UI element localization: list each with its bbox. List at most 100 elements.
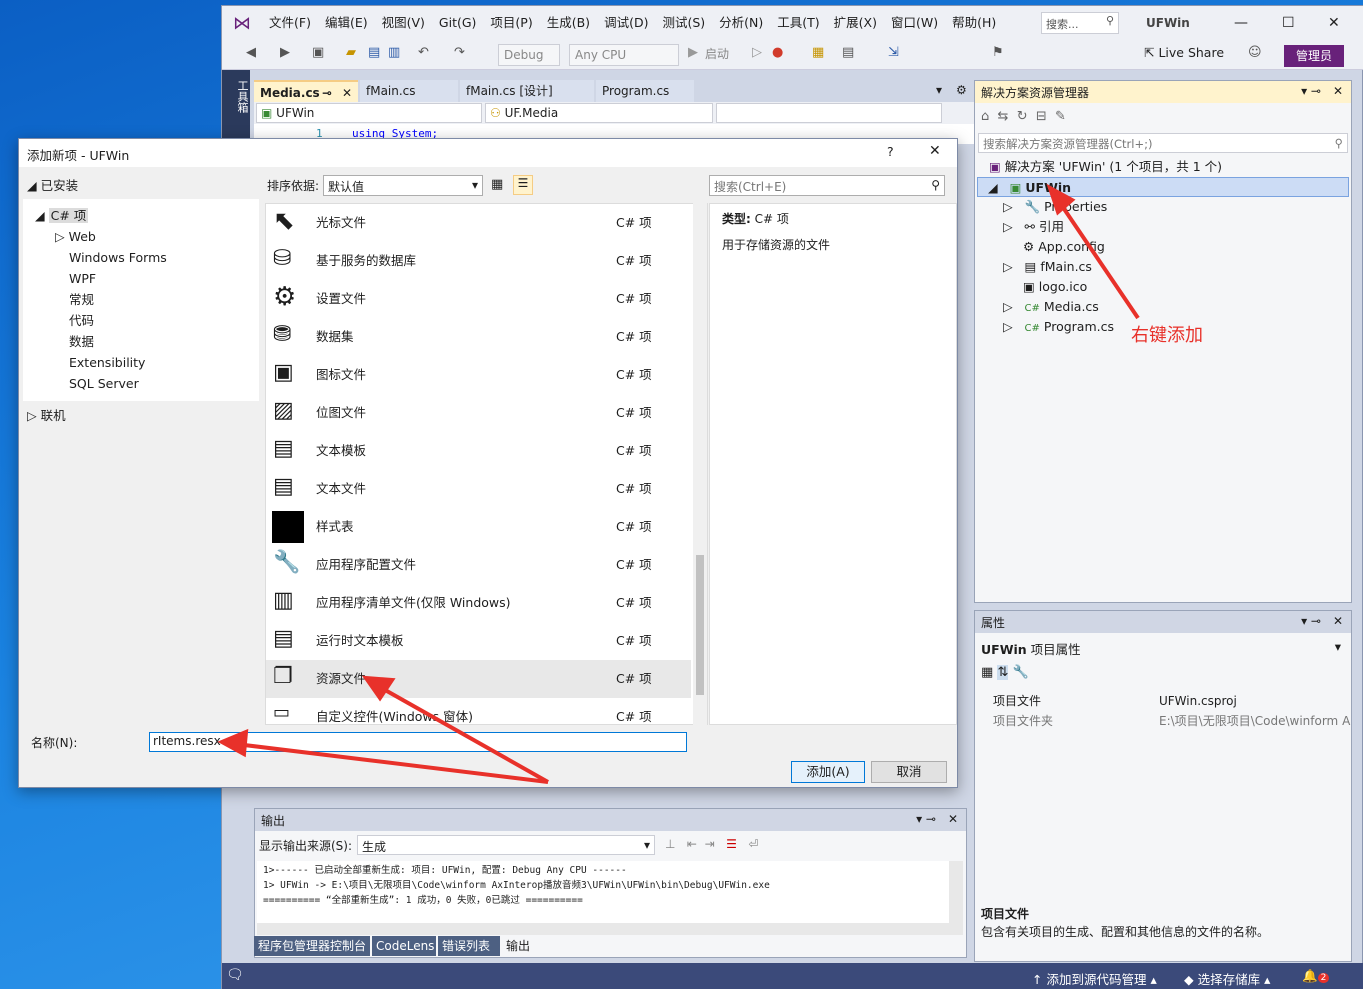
template-list-scrollbar[interactable]: [693, 203, 707, 725]
tab-settings-icon[interactable]: ⚙: [956, 83, 967, 97]
menu-analyze[interactable]: 分析(N): [712, 6, 770, 40]
tab-close-icon[interactable]: ✕: [342, 82, 352, 104]
tab-program-cs[interactable]: Program.cs: [596, 80, 694, 102]
expand-icon[interactable]: ▷: [1003, 299, 1013, 314]
start-label[interactable]: 启动: [705, 45, 729, 65]
list-item[interactable]: ⛃ 数据集 C# 项: [266, 318, 691, 356]
list-view-icon[interactable]: ☰: [513, 175, 533, 195]
menu-window[interactable]: 窗口(W): [884, 6, 945, 40]
new-item-icon[interactable]: ▣: [312, 45, 324, 65]
expand-arrow-icon[interactable]: ◢: [988, 180, 998, 195]
save-icon[interactable]: ▤: [368, 45, 380, 65]
menu-edit[interactable]: 编辑(E): [318, 6, 375, 40]
list-item[interactable]: ▤ 运行时文本模板 C# 项: [266, 622, 691, 660]
tree-general[interactable]: 常规: [69, 289, 94, 310]
grid-view-icon[interactable]: ▦: [491, 177, 503, 192]
start-icon[interactable]: ▶: [688, 45, 698, 65]
menu-test[interactable]: 测试(S): [655, 6, 712, 40]
panel-pin-icon[interactable]: ▾ ⊸: [1301, 84, 1321, 98]
panel-pin-icon[interactable]: ▾ ⊸: [916, 812, 936, 826]
feedback-icon[interactable]: ☺: [1248, 45, 1262, 65]
panel-close-icon[interactable]: ✕: [1333, 614, 1343, 628]
property-row[interactable]: 项目文件夹 E:\项目\无限项目\Code\winform A: [975, 711, 1351, 731]
platform-select[interactable]: Any CPU: [569, 44, 679, 66]
list-item[interactable]: ▣ 图标文件 C# 项: [266, 356, 691, 394]
list-item[interactable]: ▤ 文本文件 C# 项: [266, 470, 691, 508]
list-item[interactable]: ▨ 位图文件 C# 项: [266, 394, 691, 432]
back-icon[interactable]: ◀: [246, 45, 256, 65]
output-source-select[interactable]: 生成 ▾: [357, 835, 655, 855]
solution-icon[interactable]: ▦: [812, 45, 824, 65]
class-nav-select[interactable]: ⚇ UF.Media: [485, 103, 713, 123]
admin-badge[interactable]: 管理员: [1284, 45, 1344, 67]
expand-icon[interactable]: ▷: [1003, 219, 1013, 234]
list-item-selected[interactable]: ❐ 资源文件 C# 项: [266, 660, 691, 698]
tab-fmain-designer[interactable]: fMain.cs [设计]: [460, 80, 594, 102]
panel-close-icon[interactable]: ✕: [1333, 84, 1343, 98]
list-item[interactable]: ▥ 应用程序清单文件(仅限 Windows) C# 项: [266, 584, 691, 622]
scrollbar-thumb[interactable]: [696, 555, 704, 695]
installed-node[interactable]: ◢ 已安装: [27, 175, 78, 196]
menu-project[interactable]: 项目(P): [483, 6, 539, 40]
sync-icon[interactable]: ⇆: [998, 109, 1009, 124]
project-node-ufwin[interactable]: ◢ ▣ UFWin: [977, 177, 1349, 197]
step-icon[interactable]: ⇲: [888, 45, 899, 65]
tab-fmain-cs[interactable]: fMain.cs: [360, 80, 458, 102]
tree-item-media[interactable]: ▷ C# Media.cs: [1003, 297, 1099, 317]
tree-csharp-items[interactable]: ◢ C# 项: [35, 205, 89, 226]
project-nav-select[interactable]: ▣ UFWin: [256, 103, 482, 123]
home-icon[interactable]: ⌂: [981, 109, 989, 124]
tree-code[interactable]: 代码: [69, 310, 94, 331]
collapse-icon[interactable]: ⊟: [1036, 109, 1047, 124]
next-icon[interactable]: ⇥: [705, 837, 715, 851]
find-icon[interactable]: ⊥: [665, 837, 675, 851]
list-item[interactable]: ⚙ 设置文件 C# 项: [266, 280, 691, 318]
expand-icon[interactable]: ▷: [1003, 259, 1013, 274]
config-select[interactable]: Debug: [498, 44, 560, 66]
tab-dropdown-icon[interactable]: ▾: [936, 83, 942, 97]
menu-extensions[interactable]: 扩展(X): [827, 6, 884, 40]
layout-icon[interactable]: ▤: [842, 45, 854, 65]
menu-help[interactable]: 帮助(H): [945, 6, 1003, 40]
tree-sql-server[interactable]: SQL Server: [69, 373, 139, 394]
list-item[interactable]: ▭ 自定义控件(Windows 窗体) C# 项: [266, 698, 691, 724]
maximize-icon[interactable]: ☐: [1282, 6, 1295, 40]
alphabetical-icon[interactable]: ⇅: [997, 665, 1009, 680]
tree-web[interactable]: ▷ Web: [55, 226, 96, 247]
chevron-down-icon[interactable]: ▾: [1335, 639, 1341, 654]
tree-item-fmain[interactable]: ▷ ▤ fMain.cs: [1003, 257, 1092, 277]
name-input[interactable]: rItems.resx: [149, 732, 687, 752]
clear-all-icon[interactable]: ☰: [726, 837, 737, 851]
close-icon[interactable]: ✕: [1328, 6, 1340, 40]
tree-item-references[interactable]: ▷ ⚯ 引用: [1003, 217, 1064, 237]
properties-subject[interactable]: UFWin 项目属性 ▾: [981, 639, 1341, 658]
online-node[interactable]: ▷ 联机: [27, 405, 66, 426]
undo-icon[interactable]: ↶: [418, 45, 429, 65]
pin-icon[interactable]: ⊸: [322, 82, 332, 104]
redo-icon[interactable]: ↷: [454, 45, 465, 65]
vs-search-input[interactable]: 搜索... ⚲: [1041, 12, 1119, 34]
tree-wpf[interactable]: WPF: [69, 268, 96, 289]
open-folder-icon[interactable]: ▰: [346, 45, 356, 65]
help-button[interactable]: ?: [887, 144, 894, 159]
live-share-button[interactable]: ⇱ Live Share: [1144, 45, 1224, 60]
start-without-debug-icon[interactable]: ▷: [752, 45, 762, 65]
tree-item-app-config[interactable]: ⚙ App.config: [1023, 237, 1105, 257]
add-button[interactable]: 添加(A): [791, 761, 865, 783]
tree-item-logo[interactable]: ▣ logo.ico: [1023, 277, 1087, 297]
categorized-icon[interactable]: ▦: [981, 665, 993, 680]
menu-tools[interactable]: 工具(T): [770, 6, 826, 40]
property-pages-icon[interactable]: 🔧: [1012, 665, 1028, 680]
solution-node[interactable]: ▣ 解决方案 'UFWin' (1 个项目，共 1 个): [989, 157, 1222, 177]
expand-icon[interactable]: ▷: [1003, 199, 1013, 214]
menu-debug[interactable]: 调试(D): [597, 6, 655, 40]
output-hscrollbar[interactable]: [257, 923, 949, 935]
member-nav-select[interactable]: [716, 103, 942, 123]
sort-select[interactable]: 默认值 ▾: [323, 175, 483, 196]
hot-reload-icon[interactable]: ●: [772, 45, 783, 65]
solution-explorer-search[interactable]: 搜索解决方案资源管理器(Ctrl+;) ⚲: [978, 133, 1348, 153]
template-search-input[interactable]: 搜索(Ctrl+E) ⚲: [709, 175, 945, 196]
list-item[interactable]: ⛁ 基于服务的数据库 C# 项: [266, 242, 691, 280]
dialog-close-icon[interactable]: ✕: [929, 143, 941, 159]
tree-item-properties[interactable]: ▷ 🔧 Properties: [1003, 197, 1107, 217]
